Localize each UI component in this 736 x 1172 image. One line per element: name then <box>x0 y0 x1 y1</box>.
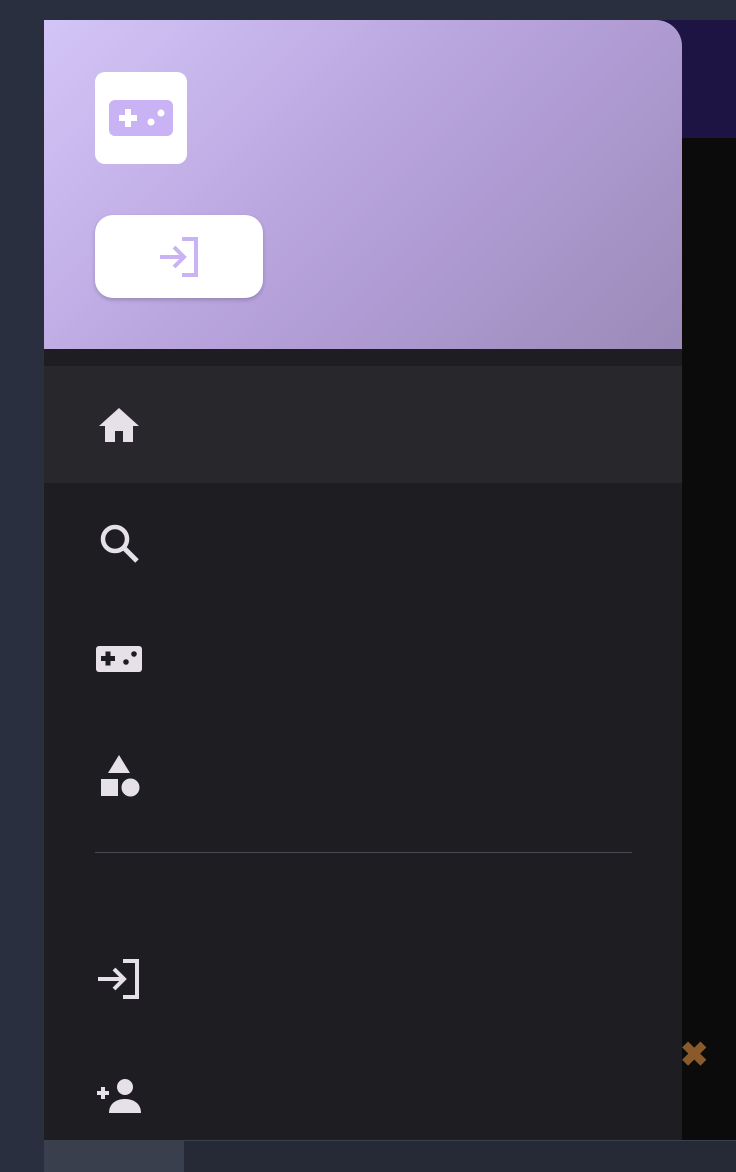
nav-item-search[interactable] <box>44 483 682 600</box>
nav-item-login[interactable] <box>44 920 682 1037</box>
drawer-header <box>44 20 682 349</box>
bottom-tab[interactable] <box>44 1141 184 1172</box>
person-add-icon <box>97 1079 141 1113</box>
login-icon <box>160 236 198 277</box>
login-icon <box>98 959 139 999</box>
close-icon[interactable]: ✖ <box>680 1038 709 1072</box>
home-icon <box>99 408 139 442</box>
drawer-divider <box>95 852 632 853</box>
nav-item-categories[interactable] <box>44 717 682 834</box>
gamepad-icon <box>96 646 142 672</box>
login-button[interactable] <box>95 215 263 298</box>
nav-item-games[interactable] <box>44 600 682 717</box>
gamepad-icon <box>109 100 173 136</box>
nav-item-home[interactable] <box>44 366 682 483</box>
nav-item-register[interactable] <box>44 1037 682 1140</box>
app-window: ✖ <box>44 20 736 1172</box>
search-icon <box>100 524 139 563</box>
category-shapes-icon <box>101 755 140 797</box>
navigation-drawer <box>44 20 682 1140</box>
bottom-bar <box>44 1140 736 1172</box>
app-logo <box>95 72 187 164</box>
